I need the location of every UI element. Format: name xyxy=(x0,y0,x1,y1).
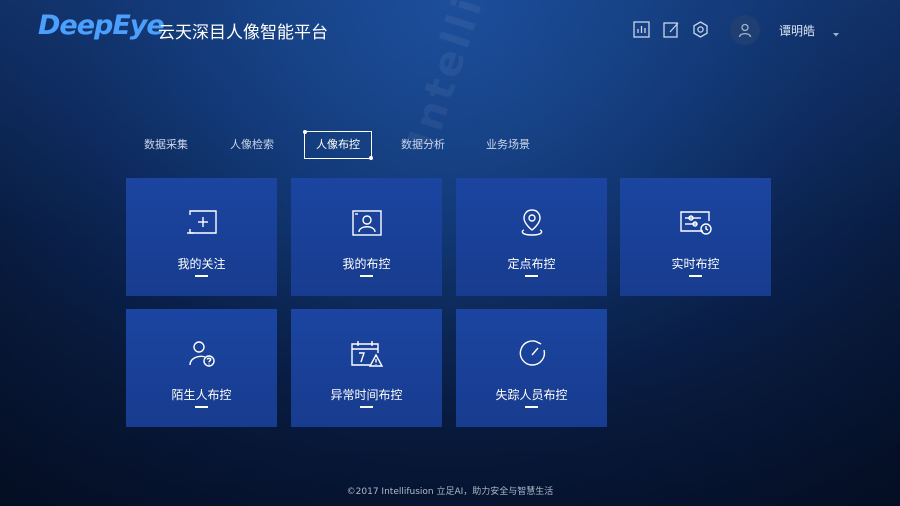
portrait-frame-icon xyxy=(350,206,384,240)
footer-copyright: ©2017 Intellifusion 立足AI，助力安全与智慧生活 xyxy=(346,487,554,497)
edit-icon[interactable] xyxy=(662,20,680,38)
card-underline xyxy=(525,275,538,277)
settings-icon[interactable] xyxy=(691,20,709,38)
tab-portrait-search[interactable]: 人像检索 xyxy=(230,131,274,159)
app-title: 云天深目人像智能平台 xyxy=(158,23,328,43)
tab-portrait-control[interactable]: 人像布控 xyxy=(303,130,373,160)
add-frame-icon xyxy=(185,206,219,240)
tab-label: 人像布控 xyxy=(316,138,360,151)
card-underline xyxy=(525,406,538,408)
sliders-clock-icon xyxy=(679,206,713,240)
chart-icon[interactable] xyxy=(632,20,650,38)
avatar[interactable] xyxy=(730,15,760,45)
tab-business-scenarios[interactable]: 业务场景 xyxy=(486,131,530,159)
card-label: 定点布控 xyxy=(507,257,556,271)
card-underline xyxy=(360,406,373,408)
calendar-warning-icon xyxy=(350,337,384,371)
top-header: DeepEye 云天深目人像智能平台 谭明皓 xyxy=(0,0,900,60)
user-icon xyxy=(738,23,752,38)
location-pin-icon xyxy=(515,206,549,240)
card-missing-person-control[interactable]: 失踪人员布控 xyxy=(456,309,607,427)
card-label: 实时布控 xyxy=(671,257,720,271)
card-label: 失踪人员布控 xyxy=(495,388,568,402)
corner-dot xyxy=(303,130,307,134)
card-underline xyxy=(195,406,208,408)
tab-data-analysis[interactable]: 数据分析 xyxy=(401,131,445,159)
card-realtime-control[interactable]: 实时布控 xyxy=(620,178,771,296)
tab-data-collection[interactable]: 数据采集 xyxy=(144,131,188,159)
lost-timer-icon xyxy=(515,337,549,371)
corner-dot xyxy=(369,156,373,160)
user-question-icon xyxy=(185,337,219,371)
card-stranger-control[interactable]: 陌生人布控 xyxy=(126,309,277,427)
card-abnormal-time-control[interactable]: 异常时间布控 xyxy=(291,309,442,427)
card-my-control[interactable]: 我的布控 xyxy=(291,178,442,296)
card-underline xyxy=(360,275,373,277)
card-label: 我的布控 xyxy=(342,257,391,271)
card-underline xyxy=(195,275,208,277)
username[interactable]: 谭明皓 xyxy=(779,22,815,39)
card-fixed-point-control[interactable]: 定点布控 xyxy=(456,178,607,296)
card-label: 异常时间布控 xyxy=(330,388,403,402)
card-my-follow[interactable]: 我的关注 xyxy=(126,178,277,296)
chevron-down-icon[interactable] xyxy=(832,24,840,37)
card-underline xyxy=(689,275,702,277)
card-label: 陌生人布控 xyxy=(171,388,232,402)
card-label: 我的关注 xyxy=(177,257,226,271)
deepeye-logo[interactable]: DeepEye xyxy=(38,10,165,41)
